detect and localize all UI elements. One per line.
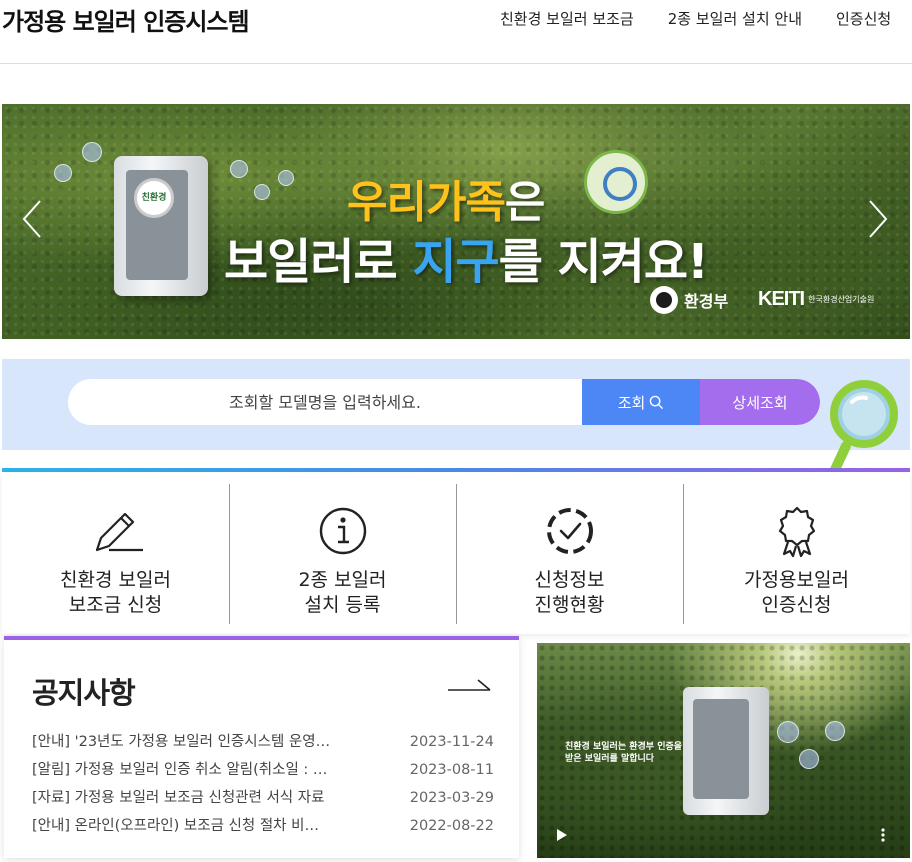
emission-bubble-icon	[82, 142, 102, 162]
info-icon	[319, 507, 366, 555]
main-nav: 친환경 보일러 보조금 2종 보일러 설치 안내 인증신청	[500, 8, 891, 29]
arrow-right-icon[interactable]	[448, 676, 492, 694]
nav-item-certification[interactable]: 인증신청	[836, 8, 891, 29]
quick-menu-label: 2종 보일러 설치 등록	[298, 569, 387, 616]
certification-magnifier-icon	[584, 150, 648, 214]
ministry-emblem-icon	[650, 286, 678, 314]
banner-slogan-line1: 우리가족은	[347, 177, 545, 228]
notice-item[interactable]: [안내] '23년도 가정용 보일러 인증시스템 운영… 2023-11-24	[32, 728, 494, 756]
emission-bubble-icon	[230, 160, 248, 178]
more-options-icon[interactable]	[879, 827, 887, 843]
ministry-logo: 환경부	[650, 286, 728, 314]
emission-bubble-icon	[54, 164, 72, 182]
boiler-illustration: 친환경	[114, 156, 208, 296]
notice-list: [안내] '23년도 가정용 보일러 인증시스템 운영… 2023-11-24 […	[32, 728, 494, 840]
emission-bubble-icon	[777, 721, 799, 743]
hero-banner[interactable]: 친환경 우리가족은 보일러로 지구를 지켜요! 환경부 KEITI 한국환경산업기…	[2, 104, 910, 339]
notice-item[interactable]: [자료] 가정용 보일러 보조금 신청관련 서식 자료 2023-03-29	[32, 784, 494, 812]
quick-menu-label: 친환경 보일러 보조금 신청	[60, 569, 171, 616]
banner-prev-arrow-icon[interactable]	[20, 199, 44, 239]
emission-bubble-icon	[278, 170, 294, 186]
banner-slogan-line2: 보일러로 지구를 지켜요!	[224, 234, 709, 290]
model-search-input[interactable]	[68, 379, 582, 425]
nav-item-subsidy[interactable]: 친환경 보일러 보조금	[500, 8, 634, 29]
quick-menu: 친환경 보일러 보조금 신청 2종 보일러 설치 등록 신청정보 진행현황 가정…	[2, 472, 910, 634]
banner-next-arrow-icon[interactable]	[866, 199, 890, 239]
pencil-icon	[95, 512, 143, 552]
video-caption: 친환경 보일러는 환경부 인증을 받은 보일러를 말합니다	[565, 742, 683, 764]
quick-menu-type2-register[interactable]: 2종 보일러 설치 등록	[229, 472, 456, 634]
site-logo[interactable]: 가정용 보일러 인증시스템	[2, 2, 250, 37]
emission-bubble-icon	[254, 184, 270, 200]
nav-item-type2-install[interactable]: 2종 보일러 설치 안내	[668, 8, 802, 29]
quick-menu-subsidy-apply[interactable]: 친환경 보일러 보조금 신청	[2, 472, 229, 634]
search-bar: 조회 상세조회	[68, 379, 820, 425]
emission-bubble-icon	[799, 749, 819, 769]
detail-search-button[interactable]: 상세조회	[700, 379, 820, 425]
notice-item[interactable]: [알림] 가정용 보일러 인증 취소 알림(취소일 : … 2023-08-11	[32, 756, 494, 784]
notice-panel: 공지사항 [안내] '23년도 가정용 보일러 인증시스템 운영… 2023-11…	[4, 636, 519, 858]
emission-bubble-icon	[825, 721, 845, 741]
quick-menu-label: 가정용보일러 인증신청	[744, 569, 849, 616]
award-icon	[778, 506, 815, 558]
progress-check-icon	[546, 508, 593, 554]
promo-video[interactable]: 친환경 보일러는 환경부 인증을 받은 보일러를 말합니다	[537, 643, 910, 858]
search-icon	[650, 395, 664, 409]
quick-menu-certification-apply[interactable]: 가정용보일러 인증신청	[683, 472, 910, 634]
search-button[interactable]: 조회	[582, 379, 700, 425]
site-header: 가정용 보일러 인증시스템 친환경 보일러 보조금 2종 보일러 설치 안내 인…	[0, 0, 912, 64]
eco-seal: 친환경	[134, 178, 174, 218]
quick-menu-application-status[interactable]: 신청정보 진행현황	[456, 472, 683, 634]
play-icon[interactable]	[555, 827, 569, 843]
boiler-illustration	[683, 687, 769, 815]
model-search-section: 조회 상세조회	[2, 359, 910, 450]
keiti-logo: KEITI 한국환경산업기술원	[758, 288, 875, 310]
notice-item[interactable]: [안내] 온라인(오프라인) 보조금 신청 절차 비… 2022-08-22	[32, 812, 494, 840]
notice-title: 공지사항	[32, 676, 136, 710]
quick-menu-label: 신청정보 진행현황	[534, 569, 605, 616]
